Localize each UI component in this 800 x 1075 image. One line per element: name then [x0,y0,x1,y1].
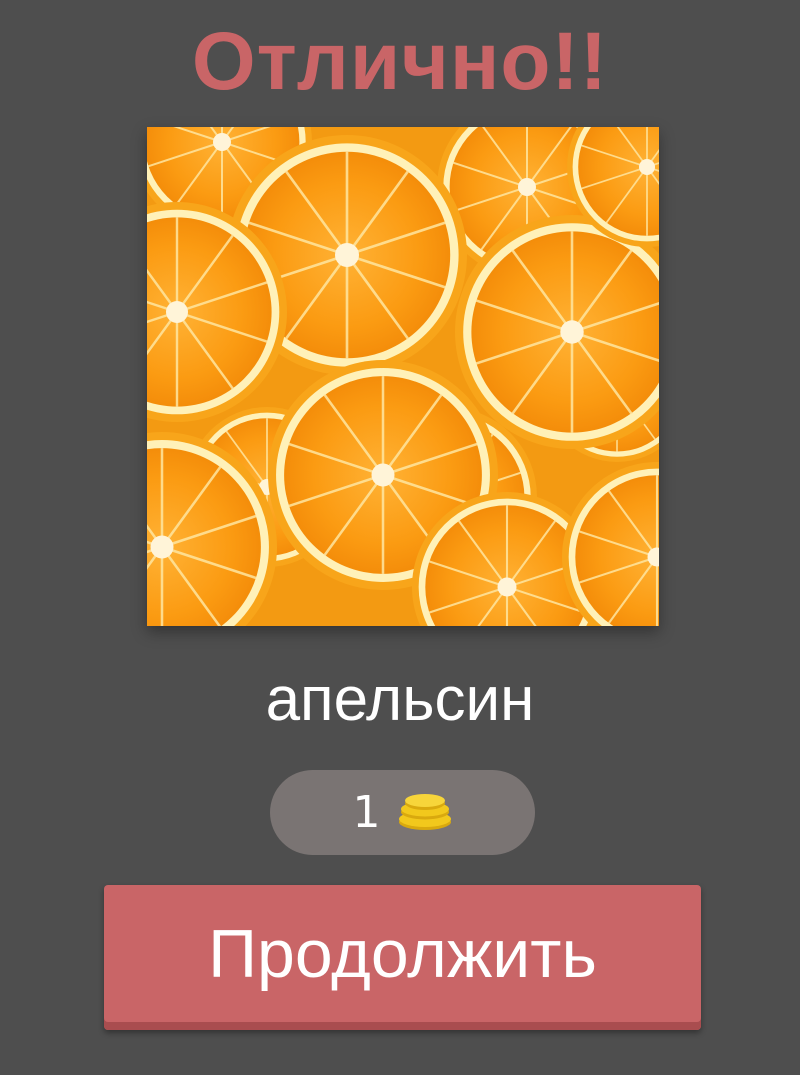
coins-icon [398,793,451,830]
puzzle-image-oranges [147,127,659,626]
orange-slices-image [147,127,659,626]
answer-word: апельсин [265,665,535,734]
coin-reward-badge: 1 [270,770,535,855]
result-title: Отлично!! [191,16,609,107]
continue-button[interactable]: Продолжить [104,885,701,1030]
coin-reward-count: 1 [352,786,381,838]
